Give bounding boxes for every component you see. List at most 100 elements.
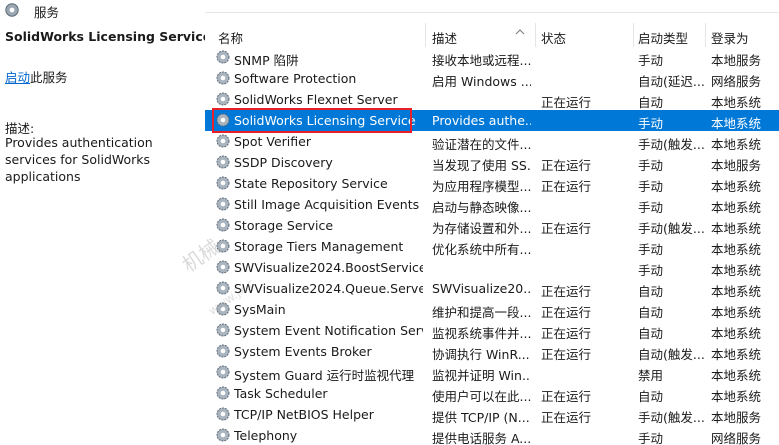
service-gear-icon — [216, 323, 230, 337]
service-name: SWVisualize2024.Queue.Server — [234, 281, 423, 296]
service-startup-type: 手动 — [638, 53, 664, 68]
table-row[interactable]: System Events Broker 协调执行 WinR... 正在运行 自动(触… — [205, 341, 779, 362]
services-gear-icon — [5, 3, 19, 17]
service-startup-type: 手动 — [638, 242, 664, 257]
column-header-description[interactable]: 描述 — [432, 28, 457, 47]
service-startup-type: 手动(触发... — [638, 221, 704, 236]
service-startup-type: 自动(触发... — [638, 347, 704, 362]
service-description: 使用户可以在此... — [432, 389, 531, 404]
service-name: SNMP 陷阱 — [234, 53, 299, 68]
column-header-logon-as[interactable]: 登录为 — [711, 28, 749, 47]
service-description: 监视并证明 Win... — [432, 368, 531, 383]
service-description: 监视系统事件并... — [432, 326, 531, 341]
description-text: Provides authentication services for Sol… — [5, 135, 153, 184]
table-row[interactable]: System Event Notification Service 监视系统事件并… — [205, 320, 779, 341]
service-description: 优化系统中所有... — [432, 242, 531, 257]
service-startup-type: 自动 — [638, 284, 664, 299]
service-description: 启动与静态映像... — [432, 200, 531, 215]
service-name: TCP/IP NetBIOS Helper — [234, 407, 374, 422]
column-header-startup-type[interactable]: 启动类型 — [638, 28, 688, 47]
service-logon-as: 本地系统 — [711, 263, 762, 278]
table-row[interactable]: SWVisualize2024.Queue.Server SWVisualize2… — [205, 278, 779, 299]
service-logon-as: 本地系统 — [711, 137, 762, 152]
table-row[interactable]: Task Scheduler 使用户可以在此... 正在运行 自动 本地系统 — [205, 383, 779, 404]
service-logon-as: 本地系统 — [711, 116, 762, 131]
service-logon-as: 本地系统 — [711, 95, 762, 110]
service-logon-as: 网络服务 — [711, 74, 762, 89]
service-status: 正在运行 — [541, 305, 592, 320]
start-service-link[interactable]: 启动 — [5, 70, 30, 85]
service-startup-type: 手动 — [638, 431, 664, 445]
service-status: 正在运行 — [541, 158, 592, 173]
service-status: 正在运行 — [541, 389, 592, 404]
service-name: Software Protection — [234, 71, 357, 86]
table-row[interactable]: Storage Tiers Management 优化系统中所有... 手动 本地系统 — [205, 236, 779, 257]
service-status: 正在运行 — [541, 347, 592, 362]
service-gear-icon — [216, 155, 230, 169]
column-divider[interactable] — [705, 23, 706, 47]
service-logon-as: 网络服务 — [711, 431, 762, 445]
service-gear-icon — [216, 239, 230, 253]
service-startup-type: 自动(延迟... — [638, 74, 704, 89]
service-name: Telephony — [234, 428, 298, 443]
service-name: Storage Tiers Management — [234, 239, 404, 254]
table-row[interactable]: Storage Service 为存储设置和外... 正在运行 手动(触发... 本地系… — [205, 215, 779, 236]
service-startup-type: 自动 — [638, 326, 664, 341]
service-name: SWVisualize2024.BoostService — [234, 260, 423, 275]
service-name: Storage Service — [234, 218, 334, 233]
table-row[interactable]: SNMP 陷阱 接收本地或远程... 手动 本地服务 — [205, 47, 779, 68]
service-gear-icon — [216, 407, 230, 421]
service-startup-type: 自动 — [638, 389, 664, 404]
service-gear-icon — [216, 71, 230, 85]
service-startup-type: 手动 — [638, 200, 664, 215]
start-action-line: 启动此服务 — [5, 67, 68, 86]
service-logon-as: 本地服务 — [711, 53, 762, 68]
service-name: Spot Verifier — [234, 134, 311, 149]
service-startup-type: 手动 — [638, 179, 664, 194]
table-row[interactable]: Still Image Acquisition Events 启动与静态映像...… — [205, 194, 779, 215]
service-status: 正在运行 — [541, 221, 592, 236]
column-header-status[interactable]: 状态 — [541, 28, 566, 47]
service-description: 提供 TCP/IP (N... — [432, 410, 530, 425]
service-startup-type: 自动 — [638, 305, 664, 320]
table-row[interactable]: Telephony 提供电话服务 A... 手动 网络服务 — [205, 425, 779, 445]
table-row-selected[interactable]: SolidWorks Licensing Service Provides aut… — [205, 110, 779, 131]
service-logon-as: 本地系统 — [711, 242, 762, 257]
table-row[interactable]: Spot Verifier 验证潜在的文件... 手动(触发... 本地系统 — [205, 131, 779, 152]
service-name: System Guard 运行时监视代理 — [234, 368, 415, 383]
service-status: 正在运行 — [541, 179, 592, 194]
column-divider[interactable] — [633, 23, 634, 47]
table-row[interactable]: Software Protection 启用 Windows ... 自动(延迟..… — [205, 68, 779, 89]
column-divider[interactable] — [535, 23, 536, 47]
service-gear-icon — [216, 218, 230, 232]
table-row[interactable]: System Guard 运行时监视代理 监视并证明 Win... 禁用 本地系统 — [205, 362, 779, 383]
service-description: 协调执行 WinR... — [432, 347, 530, 362]
service-gear-icon — [216, 428, 230, 442]
service-description: SWVisualize20... — [432, 281, 531, 296]
table-row[interactable]: SolidWorks Flexnet Server 正在运行 自动 本地系统 — [205, 89, 779, 110]
service-logon-as: 本地系统 — [711, 221, 762, 236]
service-gear-icon — [216, 134, 230, 148]
service-gear-icon — [216, 302, 230, 316]
table-row[interactable]: SysMain 维护和提高一段... 正在运行 自动 本地系统 — [205, 299, 779, 320]
table-row[interactable]: SSDP Discovery 当发现了使用 SS... 正在运行 手动 本地服务 — [205, 152, 779, 173]
table-header: 名称 描述 状态 启动类型 登录为 — [205, 23, 779, 47]
table-row[interactable]: State Repository Service 为应用程序模型... 正在运行 手动… — [205, 173, 779, 194]
service-status: 正在运行 — [541, 326, 592, 341]
service-startup-type: 手动(触发... — [638, 137, 704, 152]
service-name: SolidWorks Flexnet Server — [234, 92, 398, 107]
service-gear-icon — [216, 197, 230, 211]
service-logon-as: 本地系统 — [711, 326, 762, 341]
table-row[interactable]: TCP/IP NetBIOS Helper 提供 TCP/IP (N... 正在运行… — [205, 404, 779, 425]
column-divider[interactable] — [425, 23, 426, 47]
column-header-name[interactable]: 名称 — [218, 28, 243, 47]
service-name: Still Image Acquisition Events — [234, 197, 420, 212]
service-logon-as: 本地系统 — [711, 347, 762, 362]
service-gear-icon — [216, 92, 230, 106]
table-row[interactable]: SWVisualize2024.BoostService 手动 本地系统 — [205, 257, 779, 278]
service-description: 当发现了使用 SS... — [432, 158, 531, 173]
service-name: System Events Broker — [234, 344, 372, 359]
service-startup-type: 手动 — [638, 116, 664, 131]
service-description: 启用 Windows ... — [432, 74, 531, 89]
service-logon-as: 本地系统 — [711, 200, 762, 215]
